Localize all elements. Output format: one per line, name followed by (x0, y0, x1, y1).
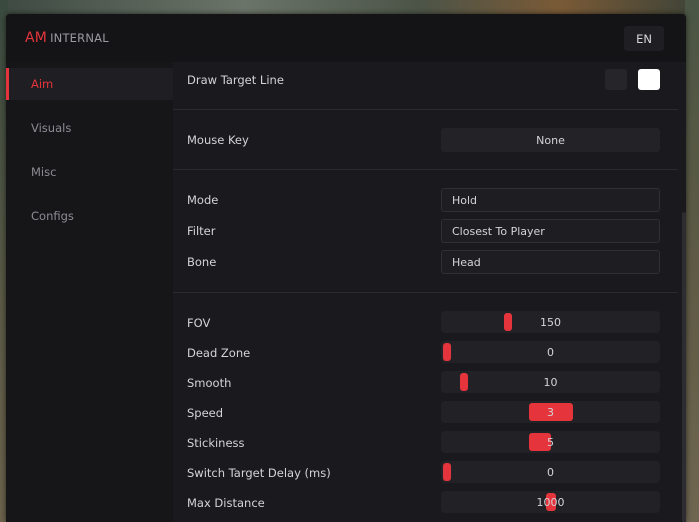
sidebar-item-misc[interactable]: Misc (6, 156, 173, 188)
slider-value: 1000 (536, 495, 565, 509)
speed-label: Speed (187, 406, 224, 420)
target-line-color-swatch-primary[interactable] (638, 69, 660, 90)
slider-value: 150 (540, 315, 561, 329)
section-divider (173, 292, 678, 293)
sidebar-item-label: Misc (31, 165, 57, 179)
brand-name: INTERNAL (50, 31, 109, 45)
slider-value: 3 (547, 405, 554, 419)
bone-select[interactable]: Head (441, 250, 660, 274)
slider-value: 10 (543, 375, 558, 389)
mode-select[interactable]: Hold (441, 188, 660, 212)
brand-accent: AM (25, 30, 48, 46)
max-distance-label: Max Distance (187, 496, 265, 510)
switch-target-delay-label: Switch Target Delay (ms) (187, 466, 331, 480)
sidebar-item-label: Visuals (31, 121, 72, 135)
menu-window: AM INTERNAL EN Aim Visuals Misc Configs D… (6, 14, 686, 522)
switch-target-delay-slider[interactable]: 0 (441, 461, 660, 483)
game-background-right (685, 0, 699, 522)
menu-header: AM INTERNAL EN (6, 14, 686, 62)
slider-value: 0 (547, 345, 554, 359)
draw-target-line-label: Draw Target Line (187, 73, 284, 87)
stickiness-slider[interactable]: 5 (441, 431, 660, 453)
speed-slider[interactable]: 3 (441, 401, 660, 423)
sidebar-item-visuals[interactable]: Visuals (6, 112, 173, 144)
content-scrollbar[interactable] (682, 212, 686, 522)
sidebar-item-configs[interactable]: Configs (6, 200, 173, 232)
mouse-key-label: Mouse Key (187, 133, 249, 147)
bone-label: Bone (187, 255, 217, 269)
target-line-color-swatch-secondary[interactable] (605, 69, 627, 90)
brand-logo: AM INTERNAL (25, 30, 109, 46)
sidebar-item-aim[interactable]: Aim (6, 68, 173, 100)
sidebar-item-label: Aim (31, 77, 54, 91)
smooth-label: Smooth (187, 376, 232, 390)
language-button[interactable]: EN (624, 26, 664, 51)
fov-slider[interactable]: 150 (441, 311, 660, 333)
section-divider (173, 109, 678, 110)
slider-value: 0 (547, 465, 554, 479)
aim-settings-panel: Draw Target Line Mouse Key None Mode Hol… (173, 62, 686, 522)
smooth-slider[interactable]: 10 (441, 371, 660, 393)
filter-select[interactable]: Closest To Player (441, 219, 660, 243)
mouse-key-button[interactable]: None (441, 128, 660, 152)
dead-zone-label: Dead Zone (187, 346, 251, 360)
sidebar: Aim Visuals Misc Configs (6, 62, 173, 522)
fov-label: FOV (187, 316, 211, 330)
filter-label: Filter (187, 224, 216, 238)
mode-label: Mode (187, 193, 219, 207)
slider-value: 5 (547, 435, 554, 449)
max-distance-slider[interactable]: 1000 (441, 491, 660, 513)
stickiness-label: Stickiness (187, 436, 245, 450)
section-divider (173, 169, 678, 170)
dead-zone-slider[interactable]: 0 (441, 341, 660, 363)
sidebar-item-label: Configs (31, 209, 74, 223)
